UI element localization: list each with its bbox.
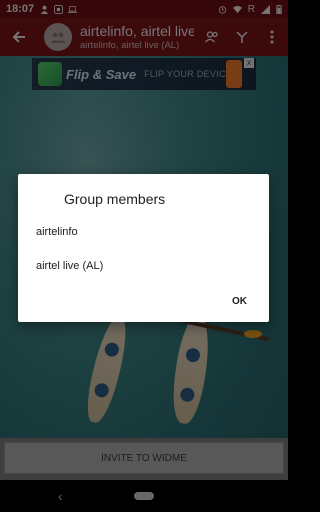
- member-item-airtel-live[interactable]: airtel live (AL): [36, 260, 103, 272]
- dialog-title: Group members: [64, 191, 166, 207]
- group-members-dialog: Group members airtelinfo airtel live (AL…: [18, 174, 269, 322]
- member-item-airtelinfo[interactable]: airtelinfo: [36, 226, 78, 238]
- ok-button[interactable]: OK: [232, 296, 247, 307]
- screen: 18:07 R airtelinfo, airtel li: [0, 0, 288, 512]
